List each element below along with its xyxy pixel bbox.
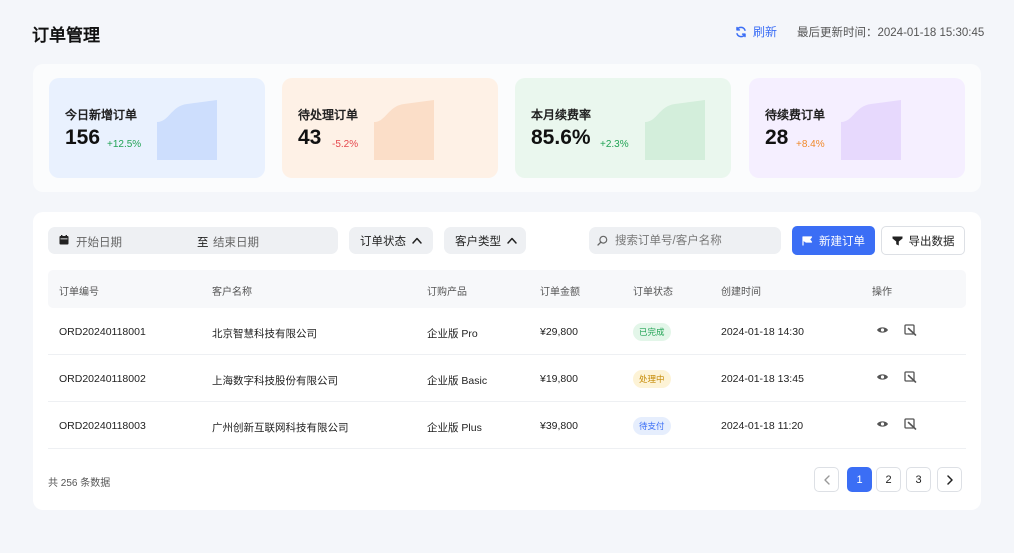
created-time: 2024-01-18 14:30 (721, 326, 804, 338)
stat-chart-icon (841, 100, 901, 160)
stat-card-pending-orders: 待处理订单 43 -5.2% (282, 78, 498, 178)
stat-card-renewal-rate: 本月续费率 85.6% +2.3% (515, 78, 731, 178)
stats-panel: 今日新增订单 156 +12.5% 待处理订单 43 -5.2% 本月续费率 8… (33, 64, 981, 192)
customer-type-dropdown[interactable]: 客户类型 (444, 227, 526, 254)
stat-card-new-orders: 今日新增订单 156 +12.5% (49, 78, 265, 178)
refresh-button[interactable]: 刷新 (735, 23, 777, 40)
chevron-right-icon (946, 474, 953, 485)
stat-label: 待处理订单 (298, 108, 359, 122)
chevron-up-icon (507, 237, 517, 244)
prev-page-button[interactable] (814, 467, 839, 492)
column-header-customer: 客户名称 (212, 287, 252, 298)
column-header-status: 订单状态 (633, 287, 673, 298)
calendar-icon (59, 235, 69, 245)
stat-change: +8.4% (796, 139, 825, 150)
order-id: ORD20240118003 (59, 420, 146, 432)
status-badge: 处理中 (633, 370, 671, 388)
stat-value: 28 (765, 126, 789, 149)
edit-icon[interactable] (904, 418, 917, 430)
flag-icon (802, 235, 813, 245)
customer-name: 广州创新互联网科技有限公司 (212, 422, 349, 434)
date-range-picker[interactable]: 开始日期 至 结束日期 (48, 227, 338, 254)
product-name: 企业版 Pro (427, 328, 478, 340)
end-date-input[interactable]: 结束日期 (213, 234, 259, 250)
page-button-1[interactable]: 1 (847, 467, 872, 492)
stat-chart-icon (374, 100, 434, 160)
stat-value: 85.6% (531, 126, 591, 149)
edit-icon[interactable] (904, 371, 917, 383)
last-updated-text: 最后更新时间：2024-01-18 15:30:45 (797, 27, 985, 39)
column-header-product: 订购产品 (427, 287, 467, 298)
created-time: 2024-01-18 13:45 (721, 373, 804, 385)
order-amount: ¥29,800 (540, 326, 578, 338)
next-page-button[interactable] (937, 467, 962, 492)
column-header-order-id: 订单编号 (59, 287, 99, 298)
order-id: ORD20240118002 (59, 373, 146, 385)
search-icon (597, 235, 608, 246)
status-badge: 待支付 (633, 417, 671, 435)
stat-value: 43 (298, 126, 322, 149)
search-box[interactable] (589, 227, 781, 254)
table-row[interactable]: ORD20240118001 北京智慧科技有限公司 企业版 Pro ¥29,80… (48, 308, 966, 355)
stat-card-renewal-pending: 待续费订单 28 +8.4% (749, 78, 965, 178)
order-status-dropdown[interactable]: 订单状态 (349, 227, 433, 254)
product-name: 企业版 Basic (427, 375, 488, 387)
product-name: 企业版 Plus (427, 422, 482, 434)
eye-icon[interactable] (876, 371, 889, 383)
export-data-button[interactable]: 导出数据 (881, 226, 965, 255)
customer-type-label: 客户类型 (455, 235, 501, 248)
refresh-icon (736, 26, 746, 37)
column-header-actions: 操作 (872, 287, 892, 298)
search-input[interactable] (615, 231, 775, 250)
customer-name: 上海数字科技股份有限公司 (212, 375, 338, 387)
customer-name: 北京智慧科技有限公司 (212, 328, 317, 340)
stat-label: 本月续费率 (531, 108, 592, 122)
stat-chart-icon (645, 100, 705, 160)
top-bar: 订单管理 刷新 最后更新时间：2024-01-18 15:30:45 (0, 0, 1014, 62)
page-button-3[interactable]: 3 (906, 467, 931, 492)
chevron-left-icon (823, 474, 830, 485)
column-header-amount: 订单金额 (540, 287, 580, 298)
stat-change: +12.5% (107, 139, 142, 150)
stat-label: 待续费订单 (765, 108, 826, 122)
eye-icon[interactable] (876, 324, 889, 336)
table-header: 订单编号 客户名称 订购产品 订单金额 订单状态 创建时间 操作 (48, 270, 966, 308)
filter-icon (892, 236, 902, 245)
created-time: 2024-01-18 11:20 (721, 420, 804, 432)
orders-panel: 开始日期 至 结束日期 订单状态 客户类型 新建订单 导出数据 订单编号 客户名… (33, 212, 981, 510)
column-header-created: 创建时间 (721, 287, 761, 298)
order-status-label: 订单状态 (360, 235, 406, 248)
status-badge: 已完成 (633, 323, 671, 341)
start-date-input[interactable]: 开始日期 (76, 234, 122, 250)
chevron-up-icon (412, 237, 422, 244)
page-button-2[interactable]: 2 (876, 467, 901, 492)
refresh-label: 刷新 (753, 25, 778, 39)
stat-chart-icon (157, 100, 217, 160)
table-row[interactable]: ORD20240118003 广州创新互联网科技有限公司 企业版 Plus ¥3… (48, 402, 966, 449)
eye-icon[interactable] (876, 418, 889, 430)
total-count: 共 256 条数据 (48, 478, 111, 489)
stat-value: 156 (65, 126, 101, 149)
create-order-label: 新建订单 (819, 235, 865, 248)
page-title: 订单管理 (32, 26, 100, 45)
orders-table: 订单编号 客户名称 订购产品 订单金额 订单状态 创建时间 操作 ORD2024… (48, 270, 966, 449)
order-id: ORD20240118001 (59, 326, 146, 338)
stat-label: 今日新增订单 (65, 108, 138, 122)
edit-icon[interactable] (904, 324, 917, 336)
stat-change: -5.2% (332, 139, 359, 150)
date-range-separator: 至 (197, 237, 209, 249)
order-amount: ¥19,800 (540, 373, 578, 385)
order-amount: ¥39,800 (540, 420, 578, 432)
create-order-button[interactable]: 新建订单 (792, 226, 875, 255)
export-data-label: 导出数据 (908, 235, 955, 248)
table-row[interactable]: ORD20240118002 上海数字科技股份有限公司 企业版 Basic ¥1… (48, 355, 966, 402)
stat-change: +2.3% (600, 139, 629, 150)
